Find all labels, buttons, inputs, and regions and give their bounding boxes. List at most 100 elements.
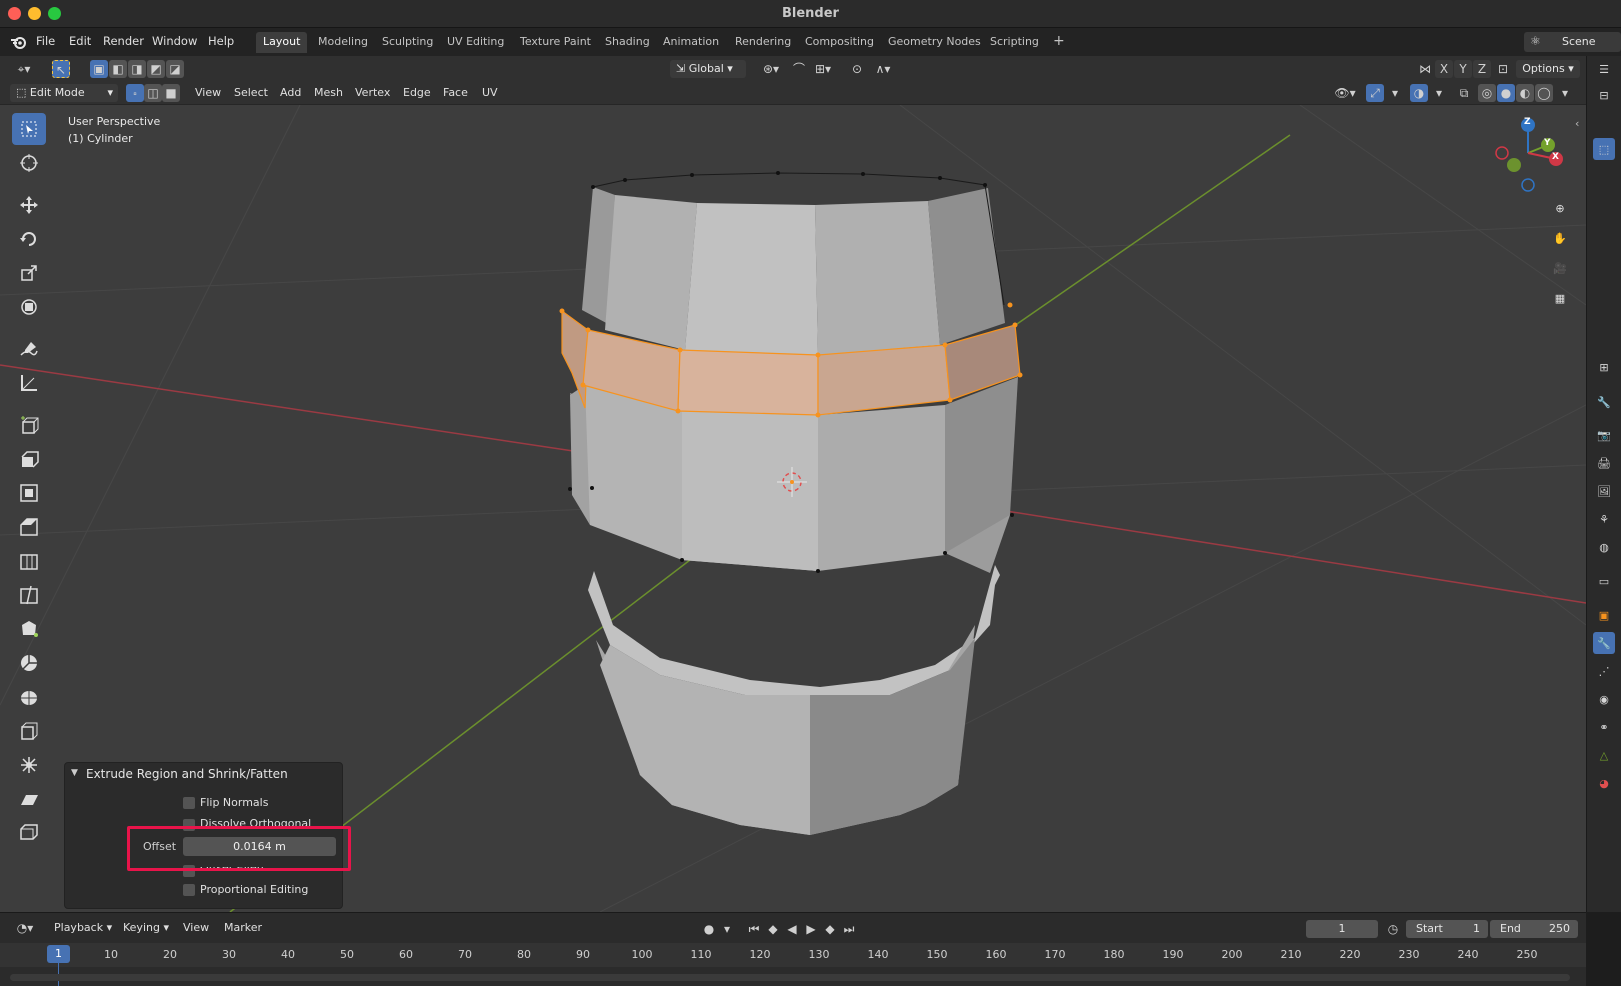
outliner-active-icon[interactable]: ⬚: [1593, 138, 1615, 160]
tab-uv-editing[interactable]: UV Editing: [440, 32, 511, 53]
move-icon[interactable]: [12, 189, 46, 221]
timeline-menu-keying[interactable]: Keying ▾: [123, 921, 169, 934]
tab-compositing[interactable]: Compositing: [798, 32, 881, 53]
add-cube-icon[interactable]: [12, 409, 46, 441]
select-intersect-icon[interactable]: ◪: [166, 60, 184, 78]
properties-editor-icon[interactable]: ⊞: [1593, 356, 1615, 378]
knife-icon[interactable]: [12, 579, 46, 611]
tab-sculpting[interactable]: Sculpting: [375, 32, 440, 53]
select-new-icon[interactable]: ▣: [90, 60, 108, 78]
view-layer-properties-icon[interactable]: 🖼: [1593, 480, 1615, 502]
clock-icon[interactable]: ◷: [1384, 920, 1402, 938]
extrude-region-icon[interactable]: [12, 443, 46, 475]
pan-hand-icon[interactable]: ✋: [1548, 227, 1572, 251]
editor-type-icon[interactable]: ⌖▾: [10, 60, 38, 78]
spin-icon[interactable]: [12, 647, 46, 679]
timeline-menu-playback[interactable]: Playback ▾: [54, 921, 112, 934]
timeline-menu-view[interactable]: View: [183, 921, 209, 934]
axis-z-toggle[interactable]: Z: [1473, 60, 1491, 78]
select-subtract-icon[interactable]: ◨: [128, 60, 146, 78]
options-dropdown[interactable]: Options ▾: [1516, 60, 1580, 78]
world-properties-icon[interactable]: ◍: [1593, 536, 1615, 558]
timeline-scrollbar[interactable]: [10, 974, 1570, 981]
play-icon[interactable]: ▶: [802, 920, 820, 938]
selected-face[interactable]: [677, 349, 819, 416]
end-frame-field[interactable]: End 250: [1490, 920, 1578, 938]
measure-icon[interactable]: [12, 367, 46, 399]
inset-faces-icon[interactable]: [12, 477, 46, 509]
menu-add[interactable]: Add: [280, 86, 301, 99]
select-invert-icon[interactable]: ◩: [147, 60, 165, 78]
menu-render[interactable]: Render: [103, 34, 144, 48]
select-mode-icon[interactable]: ↖: [52, 60, 70, 78]
constraints-properties-icon[interactable]: ⚭: [1593, 716, 1615, 738]
tab-layout[interactable]: Layout: [256, 32, 308, 53]
proportional-toggle-icon[interactable]: ⊙: [848, 60, 866, 78]
gizmo-neg-z-axis[interactable]: [1521, 178, 1535, 192]
axis-y-toggle[interactable]: Y: [1454, 60, 1472, 78]
loop-cut-icon[interactable]: [12, 545, 46, 577]
blender-logo-icon[interactable]: [10, 34, 28, 50]
gizmo-neg-x-axis[interactable]: [1495, 146, 1509, 160]
chevron-down-icon[interactable]: ▾: [1386, 84, 1404, 102]
collapse-triangle-icon[interactable]: ▼: [71, 768, 78, 778]
data-properties-icon[interactable]: △: [1593, 744, 1615, 766]
menu-view[interactable]: View: [195, 86, 221, 99]
modifier-properties-icon[interactable]: 🔧: [1593, 632, 1615, 654]
gizmo-toggle-icon[interactable]: ⤢: [1366, 84, 1384, 102]
flip-normals-checkbox[interactable]: [183, 797, 195, 809]
zoom-icon[interactable]: ⊕: [1548, 197, 1572, 221]
scene-selector[interactable]: ⚛ Scene: [1524, 32, 1621, 52]
transform-orientation-dropdown[interactable]: ⇲ Global ▾: [670, 60, 746, 78]
scene-properties-icon[interactable]: ⚘: [1593, 508, 1615, 530]
bevel-icon[interactable]: [12, 511, 46, 543]
chevron-down-icon[interactable]: ▾: [718, 920, 736, 938]
chevron-left-icon[interactable]: ‹: [1575, 117, 1579, 130]
vertex-select-icon[interactable]: ⬞: [126, 84, 144, 102]
proportional-editing-checkbox[interactable]: [183, 884, 195, 896]
outliner-filter-icon[interactable]: ⊟: [1593, 84, 1615, 106]
snap-toggle-icon[interactable]: ⌒: [790, 60, 808, 78]
perspective-toggle-icon[interactable]: ▦: [1548, 287, 1572, 311]
smooth-icon[interactable]: [12, 681, 46, 713]
tab-modeling[interactable]: Modeling: [311, 32, 375, 53]
edge-select-icon[interactable]: ◫: [144, 84, 162, 102]
proportional-falloff-icon[interactable]: ∧▾: [868, 60, 898, 78]
select-box-icon[interactable]: [12, 113, 46, 145]
cylinder-mesh[interactable]: [559, 171, 1023, 835]
rendered-shading-icon[interactable]: ◯: [1535, 84, 1553, 102]
edge-slide-icon[interactable]: [12, 715, 46, 747]
material-properties-icon[interactable]: ◕: [1593, 772, 1615, 794]
render-properties-icon[interactable]: 📷: [1593, 424, 1615, 446]
xray-toggle-icon[interactable]: ⧉: [1455, 84, 1473, 102]
current-frame-field[interactable]: 1: [1306, 920, 1378, 938]
navigation-gizmo[interactable]: Z Y X: [1488, 113, 1568, 193]
chevron-down-icon[interactable]: ▾: [1430, 84, 1448, 102]
camera-view-icon[interactable]: 🎥: [1548, 257, 1572, 281]
menu-window[interactable]: Window: [152, 34, 197, 48]
tab-shading[interactable]: Shading: [598, 32, 657, 53]
chevron-down-icon[interactable]: ▾: [1556, 84, 1574, 102]
tool-properties-icon[interactable]: 🔧: [1593, 391, 1615, 413]
tab-texture-paint[interactable]: Texture Paint: [513, 32, 598, 53]
transform-icon[interactable]: [12, 291, 46, 323]
timeline-editor-type-icon[interactable]: ◔▾: [10, 919, 40, 937]
menu-help[interactable]: Help: [208, 34, 234, 48]
record-keyframe-icon[interactable]: ●: [700, 920, 718, 938]
face-select-icon[interactable]: ■: [162, 84, 180, 102]
add-workspace-icon[interactable]: +: [1047, 32, 1071, 53]
jump-end-icon[interactable]: ⏭: [840, 920, 858, 938]
wireframe-shading-icon[interactable]: ◎: [1478, 84, 1496, 102]
tab-scripting[interactable]: Scripting: [983, 32, 1046, 53]
prev-keyframe-icon[interactable]: ◆: [764, 920, 782, 938]
menu-uv[interactable]: UV: [482, 86, 498, 99]
select-extend-icon[interactable]: ◧: [109, 60, 127, 78]
selected-face[interactable]: [817, 344, 951, 416]
play-reverse-icon[interactable]: ◀: [783, 920, 801, 938]
tab-animation[interactable]: Animation: [656, 32, 726, 53]
scale-icon[interactable]: [12, 257, 46, 289]
rip-region-icon[interactable]: [12, 817, 46, 849]
next-keyframe-icon[interactable]: ◆: [821, 920, 839, 938]
pivot-point-icon[interactable]: ⊛▾: [756, 60, 786, 78]
particles-properties-icon[interactable]: ⋰: [1593, 660, 1615, 682]
